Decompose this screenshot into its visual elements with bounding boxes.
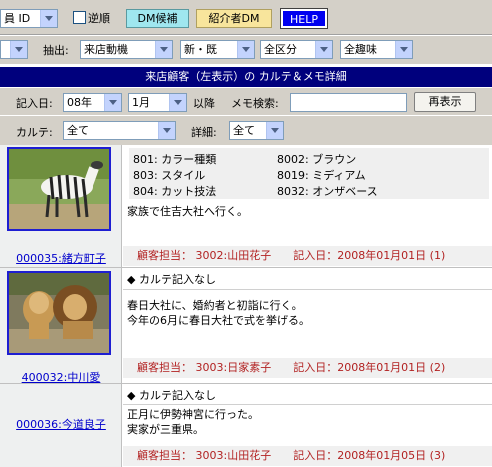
entry-date-label: 記入日: (16, 97, 53, 110)
new-existing-value: 新・既 (184, 43, 217, 56)
karte-item: 803: スタイル (133, 169, 206, 182)
memo-search-label: メモ検索: (231, 97, 279, 110)
customer-photo[interactable] (7, 147, 111, 231)
segment-value: 全区分 (264, 43, 297, 56)
extract-label: 抽出: (43, 44, 69, 57)
id-select[interactable]: 員 ID (0, 9, 58, 28)
chevron-down-icon[interactable] (315, 41, 332, 58)
staff-entry-info: 顧客担当： 3003:日家素子 記入日：2008年01月01日 (2) (123, 358, 492, 378)
customer-photo[interactable] (7, 271, 111, 355)
referrer-dm-button[interactable]: 紹介者DM (196, 9, 272, 28)
customer-link[interactable]: 000036:今道良子 (0, 416, 122, 432)
memo-line: 正月に伊勢神宮に行った。 (127, 408, 259, 421)
karte-item: 801: カラー種類 (133, 153, 217, 166)
chevron-down-icon[interactable] (237, 41, 254, 58)
zebra-horse-photo-icon (9, 149, 109, 229)
dm-candidate-button[interactable]: DM候補 (126, 9, 189, 28)
memo-search-input[interactable] (290, 93, 407, 112)
customer-link[interactable]: 000035:緒方町子 (0, 250, 122, 266)
memo-line: 今年の6月に春日大社で式を挙げる。 (127, 314, 310, 327)
customer-card: 000035:緒方町子 (0, 145, 122, 267)
help-button[interactable]: HELP (280, 8, 328, 29)
extract-toolbar: 抽出: 来店動機 新・既 全区分 全趣味 (0, 36, 492, 64)
divider (123, 404, 492, 405)
visit-motive-select[interactable]: 来店動機 (80, 40, 173, 59)
karte-item: 8019: ミディアム (277, 169, 366, 182)
chevron-down-icon[interactable] (395, 41, 412, 58)
no-karte-note: ◆ カルテ記入なし (127, 273, 216, 286)
karte-label: カルテ: (16, 126, 53, 139)
visit-motive-value: 来店動機 (84, 43, 128, 56)
segment-select[interactable]: 全区分 (260, 40, 333, 59)
chevron-down-icon[interactable] (266, 122, 283, 139)
page-title: 来店顧客（左表示）の カルテ＆メモ詳細 (0, 67, 492, 87)
karte-value: 全て (67, 124, 89, 137)
divider (123, 289, 492, 290)
reverse-checkbox[interactable] (73, 11, 86, 24)
hobby-value: 全趣味 (344, 43, 377, 56)
chevron-down-icon[interactable] (158, 122, 175, 139)
karte-filter-row: カルテ: 全て 詳細: 全て (0, 116, 492, 145)
karte-detail: 801: カラー種類 8002: ブラウン 803: スタイル 8019: ミデ… (123, 145, 492, 267)
karte-detail: ◆ カルテ記入なし 正月に伊勢神宮に行った。 実家が三重県。 顧客担当： 300… (123, 384, 492, 467)
karte-item: 8002: ブラウン (277, 153, 357, 166)
karte-select[interactable]: 全て (63, 121, 176, 140)
chevron-down-icon[interactable] (155, 41, 172, 58)
id-select-value: 員 ID (4, 12, 31, 25)
memo-line: 実家が三重県。 (127, 423, 204, 436)
staff-entry-info: 顧客担当： 3002:山田花子 記入日：2008年01月01日 (1) (123, 246, 492, 266)
year-value: 08年 (67, 96, 92, 109)
customer-card: 000036:今道良子 (0, 384, 122, 467)
chevron-down-icon[interactable] (104, 94, 121, 111)
detail-select[interactable]: 全て (229, 121, 284, 140)
lions-photo-icon (9, 273, 109, 353)
karte-detail: ◆ カルテ記入なし 春日大社に、婚約者と初詣に行く。 今年の6月に春日大社で式を… (123, 268, 492, 383)
no-karte-note: ◆ カルテ記入なし (127, 389, 216, 402)
left-select[interactable] (0, 40, 28, 59)
customer-card: 400032:中川愛 (0, 268, 122, 384)
month-select[interactable]: 1月 (128, 93, 187, 112)
new-existing-select[interactable]: 新・既 (180, 40, 255, 59)
chevron-down-icon[interactable] (169, 94, 186, 111)
top-toolbar: 員 ID 逆順 DM候補 紹介者DM HELP (0, 0, 492, 35)
chevron-down-icon[interactable] (10, 41, 27, 58)
karte-item: 8032: オンザベース (277, 185, 378, 198)
karte-item: 804: カット技法 (133, 185, 217, 198)
memo-line: 家族で住吉大社へ行く。 (127, 205, 248, 218)
month-value: 1月 (132, 96, 150, 109)
detail-value: 全て (233, 124, 255, 137)
year-select[interactable]: 08年 (63, 93, 122, 112)
hobby-select[interactable]: 全趣味 (340, 40, 413, 59)
staff-entry-info: 顧客担当： 3003:山田花子 記入日：2008年01月05日 (3) (123, 446, 492, 466)
redisplay-button[interactable]: 再表示 (414, 92, 476, 112)
since-label: 以降 (193, 97, 215, 110)
chevron-down-icon[interactable] (40, 10, 57, 27)
reverse-label: 逆順 (88, 12, 110, 25)
karte-items: 801: カラー種類 8002: ブラウン 803: スタイル 8019: ミデ… (129, 148, 489, 199)
detail-label: 詳細: (191, 126, 217, 139)
date-filter-row: 記入日: 08年 1月 以降 メモ検索: 再表示 (0, 88, 492, 115)
memo-line: 春日大社に、婚約者と初詣に行く。 (127, 299, 303, 312)
